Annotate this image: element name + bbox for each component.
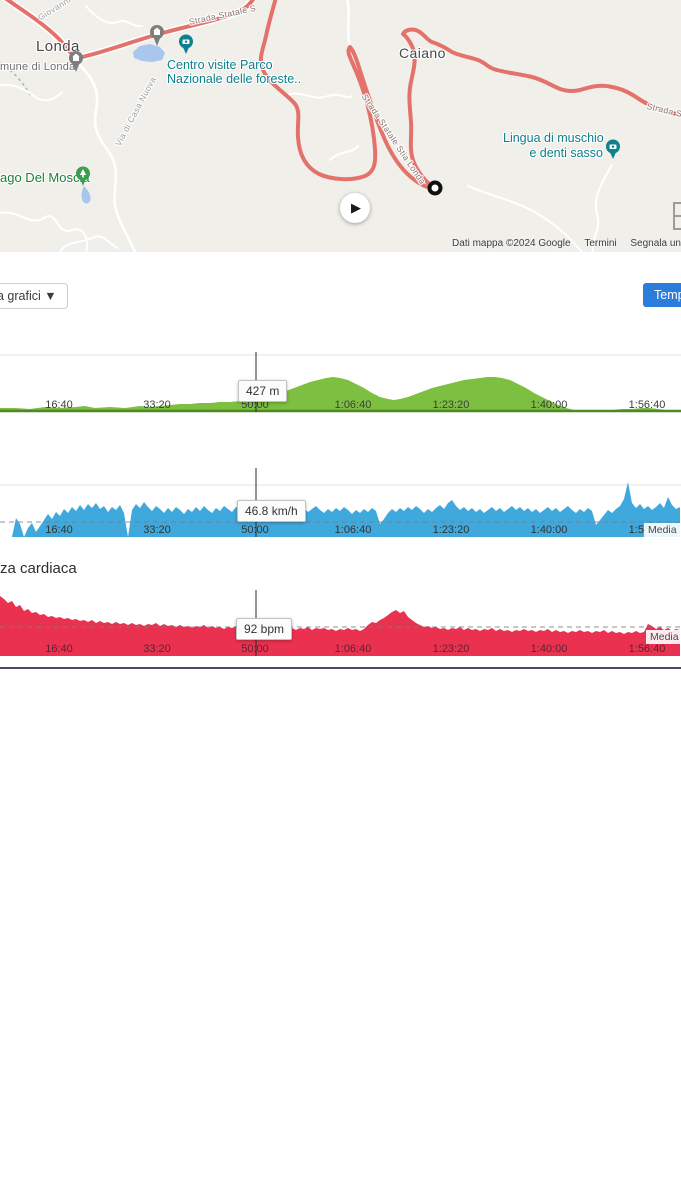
heart-rate-tooltip: 92 bpm (236, 618, 292, 640)
camera-poi-pin-icon[interactable] (605, 139, 621, 161)
speed-chart[interactable]: 16:4033:2050:001:06:401:23:201:40:001:56… (0, 465, 681, 540)
x-axis-tick-label: 1:23:20 (433, 399, 470, 411)
x-axis-tick-label: 33:20 (143, 643, 171, 655)
heart-rate-chart[interactable]: 16:40 33:20 50:00 1:06:40 1:23:20 1:40:00 1:56… (0, 585, 681, 658)
x-axis-tick-label: 50:00 (241, 643, 269, 655)
elevation-tooltip: 427 m (238, 380, 287, 402)
poi-label-centro-visite-line1: Centro visite Parco (167, 58, 273, 72)
municipio-pin-icon[interactable] (68, 50, 84, 74)
charts-dropdown-button[interactable]: a grafici ▼ (0, 283, 68, 309)
heart-rate-section-label: za cardiaca (0, 560, 77, 577)
x-axis-tick-label: 1:56:40 (629, 643, 666, 655)
poi-label-centro-visite-line2: Nazionale delle foreste.. (167, 72, 301, 86)
section-divider (0, 667, 681, 669)
x-axis-tick-label: 33:20 (143, 399, 171, 411)
report-error-link[interactable]: Segnala un (630, 238, 681, 249)
x-axis-tick-label: 1:06:40 (335, 643, 372, 655)
x-axis-tick-label: 33:20 (143, 524, 171, 536)
x-axis-tick-label: 1:40:00 (531, 399, 568, 411)
x-axis-tick-label: 1:40:00 (531, 643, 568, 655)
play-button[interactable]: ▶ (340, 193, 370, 223)
poi-label-lingua-line2: e denti sasso (503, 146, 603, 160)
x-axis-tick-label: 1:06:40 (335, 399, 372, 411)
x-axis-tick-label: 1:06:40 (335, 524, 372, 536)
route-map[interactable]: Londa Caiano mune di Londa Centro visite… (0, 0, 681, 252)
terms-link[interactable]: Termini (584, 238, 616, 249)
speed-average-label: Media (644, 523, 681, 537)
town-label-comune-di-londa: mune di Londa (0, 61, 75, 73)
x-axis-tick-label: 16:40 (45, 643, 73, 655)
charts-dropdown-label: a grafici ▼ (0, 289, 57, 303)
elevation-chart[interactable]: 16:4033:2050:001:06:401:23:201:40:001:56… (0, 330, 681, 415)
map-data-credit: Dati mappa ©2024 Google (452, 238, 571, 249)
heart-rate-average-label: Media (646, 630, 681, 644)
municipio-pin-icon[interactable] (149, 24, 165, 48)
x-axis-tick-label: 1:23:20 (433, 524, 470, 536)
time-axis-toggle-label: Tempo (654, 288, 681, 302)
map-attribution: Dati mappa ©2024 Google Termini Segnala … (0, 238, 681, 249)
time-axis-toggle-button[interactable]: Tempo (643, 283, 681, 307)
x-axis-tick-label: 50:00 (241, 524, 269, 536)
camera-poi-pin-icon[interactable] (178, 34, 194, 56)
play-icon: ▶ (351, 200, 361, 216)
playback-position-dot[interactable] (427, 180, 443, 196)
speed-tooltip: 46.8 km/h (237, 500, 306, 522)
x-axis-tick-label: 1:40:00 (531, 524, 568, 536)
tree-poi-pin-icon[interactable] (75, 166, 91, 188)
town-label-caiano: Caiano (399, 45, 446, 61)
x-axis-tick-label: 1:23:20 (433, 643, 470, 655)
poi-label-lingua-line1: Lingua di muschio (503, 131, 603, 145)
x-axis-tick-label: 16:40 (45, 399, 73, 411)
x-axis-tick-label: 1:56:40 (629, 399, 666, 411)
x-axis-tick-label: 16:40 (45, 524, 73, 536)
